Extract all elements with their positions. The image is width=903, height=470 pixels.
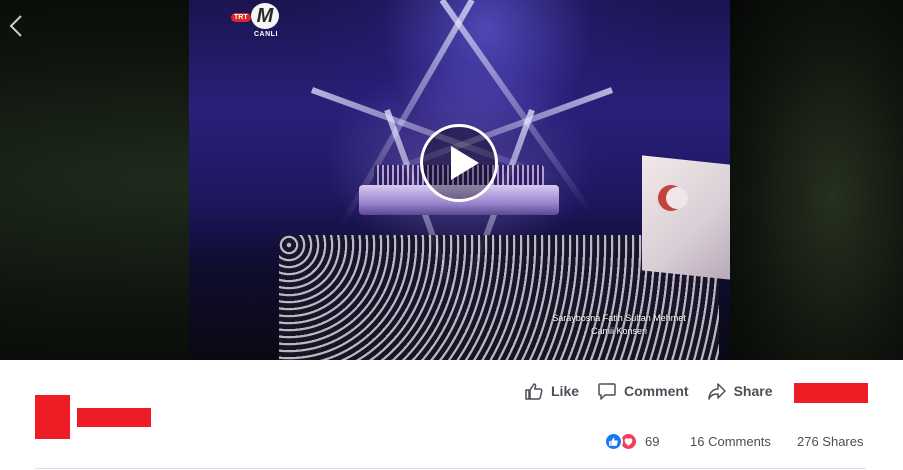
channel-logo-prefix: TRT (231, 13, 251, 22)
post-footer: Like Comment Share 69 16 Comments 276 Sh (0, 360, 903, 470)
channel-logo: TRT M CANLI (231, 3, 283, 39)
share-button-label: Share (733, 383, 773, 399)
author-name (77, 408, 151, 427)
redacted-label (794, 383, 868, 403)
reactions-summary[interactable]: 69 (604, 432, 659, 451)
like-button-label: Like (551, 383, 580, 399)
comment-bubble-icon (598, 383, 616, 400)
side-screen (642, 155, 730, 280)
comment-button-label: Comment (624, 383, 689, 399)
share-arrow-icon (707, 383, 726, 400)
thumbs-up-icon (525, 383, 543, 400)
video-caption-line1: Saraybosna Fatih Sultan Mehmet (552, 313, 686, 323)
reactions-count: 69 (645, 434, 660, 449)
video-caption: Saraybosna Fatih Sultan Mehmet Camii Kon… (529, 312, 709, 338)
shares-count[interactable]: 276 Shares (797, 434, 864, 449)
comment-button[interactable]: Comment (597, 381, 689, 401)
comments-count[interactable]: 16 Comments (690, 434, 771, 449)
post-stats: 69 16 Comments 276 Shares (604, 432, 866, 452)
media-viewer: TRT M CANLI Saraybosna Fatih Sultan Mehm… (0, 0, 903, 360)
divider (35, 468, 866, 469)
share-button[interactable]: Share (707, 381, 773, 401)
live-label: CANLI (254, 31, 278, 38)
chevron-left-icon[interactable] (8, 14, 24, 38)
crescent-emblem (658, 185, 688, 211)
video-caption-line2: Camii Konseri (590, 326, 648, 336)
like-button[interactable]: Like (524, 381, 579, 401)
channel-logo-letter: M (251, 3, 279, 29)
like-reaction-icon (604, 432, 623, 451)
avatar (35, 395, 70, 439)
play-icon[interactable] (420, 124, 498, 202)
post-actions: Like Comment Share (524, 381, 773, 401)
